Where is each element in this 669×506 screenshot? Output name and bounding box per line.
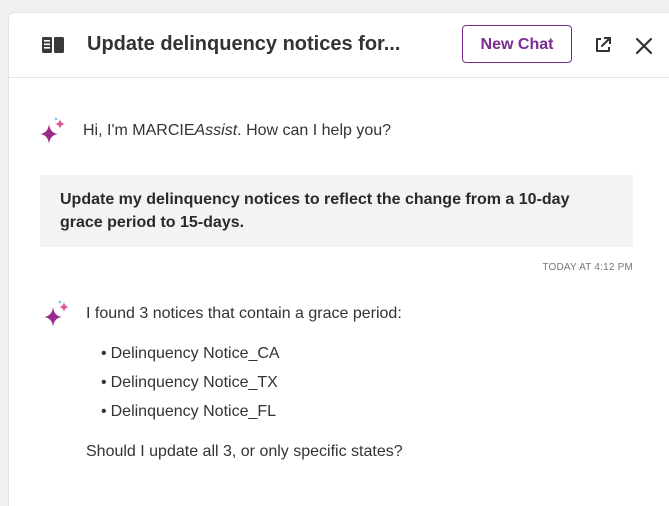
list-item: Delinquency Notice_FL: [101, 401, 280, 430]
external-link-icon[interactable]: [593, 35, 613, 55]
new-chat-button[interactable]: New Chat: [462, 25, 572, 63]
close-icon[interactable]: [635, 37, 653, 55]
book-icon[interactable]: [40, 34, 66, 56]
chat-header: Update delinquency notices for... New Ch…: [9, 13, 669, 78]
sparkle-icon: [40, 117, 65, 144]
chat-panel: Update delinquency notices for... New Ch…: [8, 12, 669, 506]
sparkle-icon: [44, 300, 69, 327]
reply-intro: I found 3 notices that contain a grace p…: [86, 305, 402, 322]
brand-assist: Assist: [194, 122, 238, 139]
reply-question: Should I update all 3, or only specific …: [86, 443, 403, 460]
greeting-message: Hi, I'm MARCIEAssist. How can I help you…: [83, 122, 391, 140]
greeting-suffix: . How can I help you?: [237, 122, 392, 139]
message-timestamp: TODAY AT 4:12 PM: [542, 262, 633, 273]
user-message-text: Update my delinquency notices to reflect…: [60, 191, 570, 231]
list-item: Delinquency Notice_TX: [101, 372, 280, 401]
notice-list: Delinquency Notice_CA Delinquency Notice…: [101, 343, 280, 430]
greeting-prefix: Hi, I'm MARCIE: [83, 122, 195, 139]
chat-title: Update delinquency notices for...: [87, 33, 401, 55]
user-message-bubble: Update my delinquency notices to reflect…: [40, 175, 633, 247]
list-item: Delinquency Notice_CA: [101, 343, 280, 372]
